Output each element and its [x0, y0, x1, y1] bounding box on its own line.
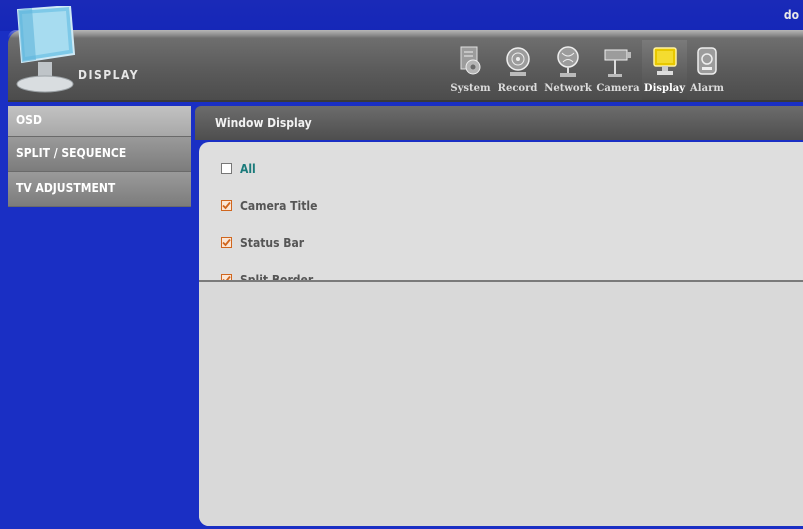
- panel-body: All Camera Title Status Bar Split Border: [199, 142, 803, 526]
- tab-network-label: Network: [544, 83, 592, 94]
- sidebar-item-label: SPLIT / SEQUENCE: [16, 146, 127, 160]
- checkbox-camera-title[interactable]: [221, 200, 232, 211]
- tab-record-label: Record: [497, 83, 538, 94]
- tab-camera[interactable]: Camera: [594, 40, 642, 100]
- tab-system-label: System: [450, 83, 491, 94]
- record-icon: [505, 47, 530, 76]
- option-label: Camera Title: [240, 198, 318, 213]
- tab-camera-label: Camera: [596, 83, 640, 94]
- display-icon: [652, 47, 677, 75]
- tab-display-label: Display: [643, 83, 686, 94]
- alarm-icon: [697, 47, 717, 75]
- tab-alarm-label: Alarm: [690, 83, 724, 94]
- display-monitor-icon: [16, 6, 76, 93]
- tab-alarm[interactable]: Alarm: [687, 40, 727, 100]
- network-icon: [557, 46, 579, 77]
- main-menu-tabs: System Record Network Camera Display Ala…: [448, 40, 727, 100]
- panel-header: Window Display: [195, 106, 803, 140]
- header-sheen: [8, 30, 803, 38]
- sidebar-item-tv-adjustment[interactable]: TV ADJUSTMENT: [8, 172, 191, 207]
- checkbox-status-bar[interactable]: [221, 237, 232, 248]
- settings-panel: Window Display All Camera Title Status B…: [195, 106, 803, 526]
- checkmark-icon: [222, 201, 231, 210]
- tab-record[interactable]: Record: [493, 40, 542, 100]
- tab-system[interactable]: System: [448, 40, 493, 100]
- system-icon: [460, 46, 480, 75]
- option-all[interactable]: All: [221, 150, 317, 187]
- corner-text: do: [783, 8, 799, 22]
- sidebar-item-split-sequence[interactable]: SPLIT / SEQUENCE: [8, 137, 191, 172]
- page-title: DISPLAY: [78, 68, 140, 82]
- tab-display[interactable]: Display: [642, 40, 687, 100]
- sidebar-item-label: TV ADJUSTMENT: [16, 181, 116, 195]
- window-display-options: All Camera Title Status Bar Split Border: [221, 150, 317, 298]
- panel-empty-area: [199, 282, 803, 526]
- checkbox-all[interactable]: [221, 163, 232, 174]
- option-status-bar[interactable]: Status Bar: [221, 224, 317, 261]
- option-label: All: [240, 161, 256, 176]
- option-camera-title[interactable]: Camera Title: [221, 187, 317, 224]
- camera-icon: [604, 49, 631, 77]
- panel-title: Window Display: [215, 116, 312, 130]
- sidebar-item-label: OSD: [16, 113, 42, 127]
- sidebar-item-osd[interactable]: OSD: [8, 106, 191, 137]
- option-label: Status Bar: [240, 235, 305, 250]
- checkmark-icon: [222, 238, 231, 247]
- sidebar: OSD SPLIT / SEQUENCE TV ADJUSTMENT: [8, 106, 191, 207]
- tab-network[interactable]: Network: [542, 40, 594, 100]
- top-bar: do: [0, 0, 803, 31]
